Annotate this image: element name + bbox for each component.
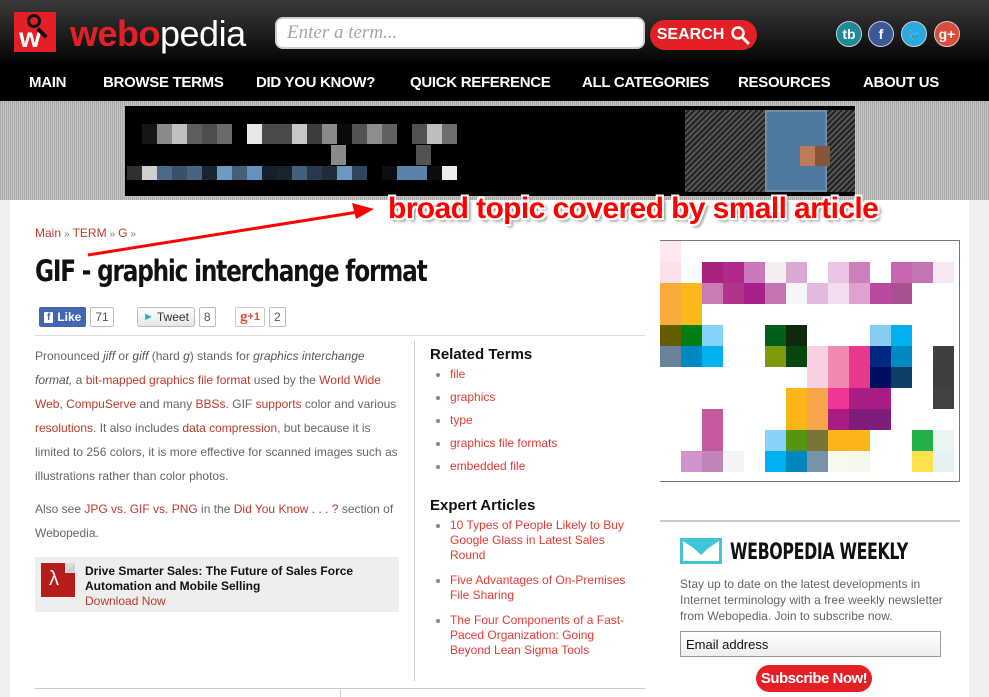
annotation-arrow: [87, 203, 374, 257]
annotation-label: broad topic covered by small article: [388, 192, 879, 225]
